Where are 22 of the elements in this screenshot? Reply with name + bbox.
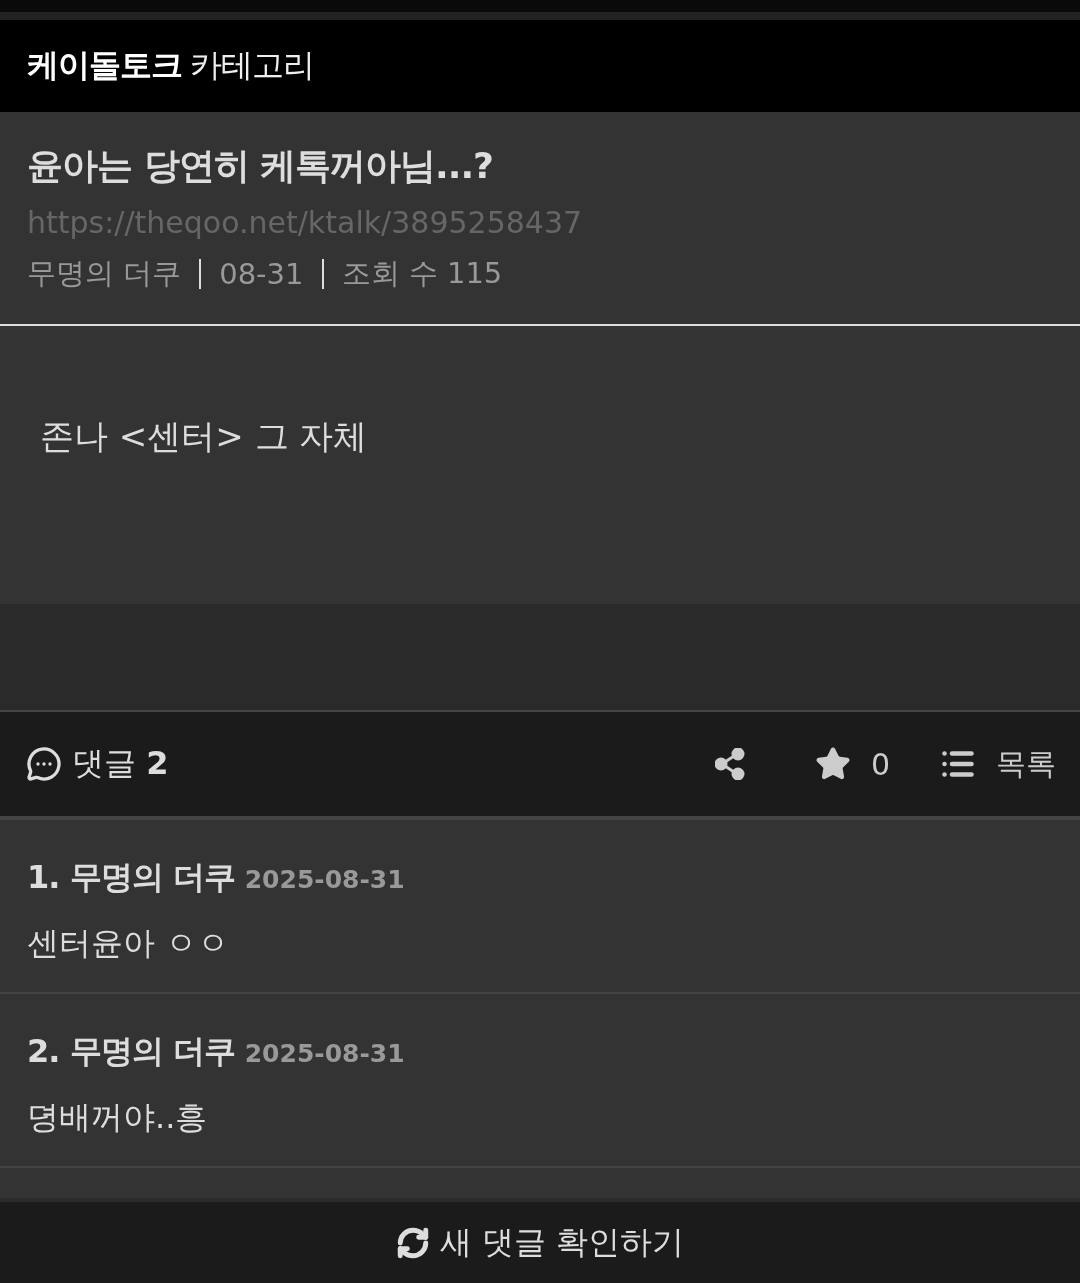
comment-author: 1. 무명의 더쿠	[27, 857, 235, 898]
refresh-icon	[395, 1225, 430, 1260]
refresh-comments-button[interactable]: 새 댓글 확인하기	[0, 1198, 1080, 1283]
post-author: 무명의 더쿠	[27, 255, 182, 292]
board-name[interactable]: 케이돌토크	[27, 44, 182, 88]
comment-date: 2025-08-31	[244, 865, 405, 894]
comment-text: 센터윤아 ㅇㅇ	[27, 923, 231, 964]
view-count: 조회 수 115	[341, 255, 503, 292]
post-title: 윤아는 당연히 케톡꺼아님...?	[27, 144, 494, 188]
comment-icon	[26, 746, 62, 782]
share-icon	[714, 748, 745, 780]
comment-date: 2025-08-31	[244, 1039, 405, 1068]
comment-count-label: 댓글 2	[72, 743, 169, 784]
star-icon	[814, 746, 851, 782]
share-button[interactable]	[714, 748, 745, 780]
post-body: 존나 <센터> 그 자체	[40, 415, 369, 458]
list-button[interactable]: 목록	[940, 743, 1056, 785]
category-link[interactable]: 카테고리	[190, 44, 314, 88]
comment-text: 뎡배꺼야..흥	[27, 1097, 209, 1138]
comment-author: 2. 무명의 더쿠	[27, 1031, 235, 1072]
star-button[interactable]: 0	[814, 746, 890, 782]
post-date: 08-31	[219, 257, 304, 291]
